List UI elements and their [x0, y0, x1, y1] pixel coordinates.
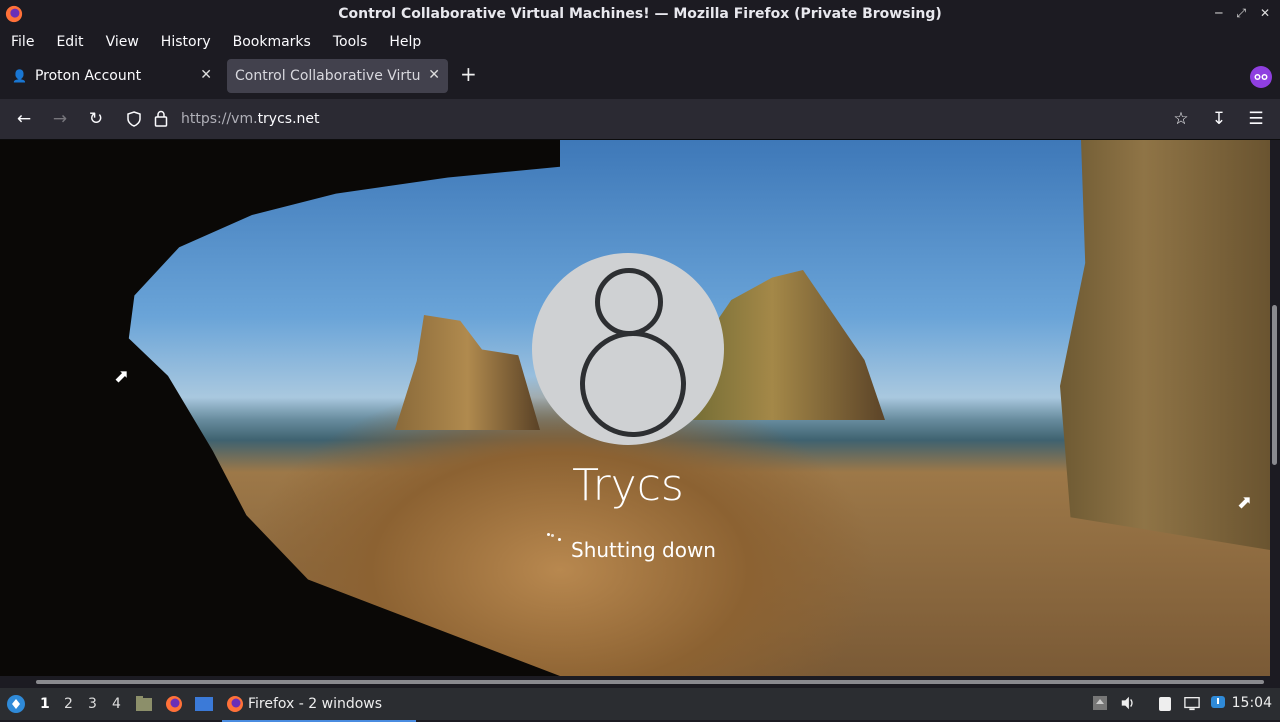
horizontal-scrollbar[interactable]	[0, 676, 1280, 688]
tab-label: Control Collaborative Virtual Machines!	[235, 68, 420, 84]
firefox-icon	[227, 696, 243, 712]
menu-view[interactable]: View	[95, 34, 150, 50]
close-icon[interactable]: ✕	[1260, 6, 1270, 21]
window-title: Control Collaborative Virtual Machines! …	[338, 6, 942, 22]
shutdown-status: Shutting down	[571, 538, 716, 562]
file-manager-icon[interactable]	[135, 695, 153, 713]
firefox-launcher-icon[interactable]	[165, 695, 183, 713]
vm-display[interactable]: Trycs Shutting down ⬈ ⬈	[0, 140, 1270, 676]
menu-hamburger-icon[interactable]: ☰	[1246, 109, 1266, 129]
back-arrow-icon[interactable]: ←	[14, 109, 34, 129]
workspace-3[interactable]: 3	[88, 696, 97, 712]
download-icon[interactable]: ↧	[1209, 109, 1229, 129]
desktop-icon[interactable]	[194, 695, 214, 713]
menu-history[interactable]: History	[150, 34, 222, 50]
window-controls: ─ ⤢ ✕	[1215, 6, 1270, 21]
taskbar-app-label: Firefox - 2 windows	[248, 696, 383, 712]
shield-icon[interactable]	[126, 111, 142, 127]
tray-update-icon[interactable]	[1092, 694, 1108, 712]
user-name: Trycs	[572, 460, 684, 511]
tab-control-vm[interactable]: Control Collaborative Virtual Machines! …	[227, 59, 448, 93]
user-avatar-icon	[532, 253, 724, 445]
tab-close-icon[interactable]: ✕	[200, 67, 212, 83]
new-tab-icon[interactable]: +	[460, 62, 477, 86]
taskbar-firefox-windows[interactable]: Firefox - 2 windows	[222, 688, 416, 722]
menu-bar: File Edit View History Bookmarks Tools H…	[0, 29, 1280, 54]
private-browsing-icon	[1250, 66, 1272, 88]
tab-label: Proton Account	[34, 68, 142, 84]
loading-spinner-icon	[546, 533, 562, 545]
tab-close-icon[interactable]: ✕	[428, 67, 440, 83]
bookmark-star-icon[interactable]: ☆	[1171, 109, 1191, 129]
mouse-cursor-icon: ⬈	[114, 366, 130, 387]
title-bar: Control Collaborative Virtual Machines! …	[0, 0, 1280, 29]
url-prefix: https://vm.	[181, 111, 258, 127]
network-icon[interactable]	[1184, 694, 1200, 712]
clipboard-icon[interactable]	[1157, 694, 1173, 712]
minimize-icon[interactable]: ─	[1215, 6, 1222, 21]
vertical-scrollbar[interactable]	[1270, 140, 1280, 676]
reload-icon[interactable]: ↻	[86, 109, 106, 129]
tab-bar: 👤 Proton Account ✕ Control Collaborative…	[0, 54, 1280, 99]
workspace-1[interactable]: 1	[40, 696, 50, 712]
start-menu-icon[interactable]	[6, 694, 26, 714]
workspace-4[interactable]: 4	[112, 696, 121, 712]
lock-icon[interactable]	[154, 110, 168, 127]
taskbar: 1 2 3 4 Firefox - 2 windows 15:04	[0, 688, 1280, 722]
forward-arrow-icon[interactable]: →	[50, 109, 70, 129]
navigation-bar: ← → ↻ https://vm. trycs.net ☆ ↧ ☰	[0, 99, 1280, 140]
url-bar[interactable]: https://vm. trycs.net	[118, 103, 1158, 135]
maximize-icon[interactable]: ⤢	[1236, 6, 1246, 21]
person-icon: 👤	[12, 69, 27, 83]
menu-bookmarks[interactable]: Bookmarks	[222, 34, 322, 50]
workspace-2[interactable]: 2	[64, 696, 73, 712]
menu-edit[interactable]: Edit	[45, 34, 94, 50]
menu-tools[interactable]: Tools	[322, 34, 379, 50]
notification-icon[interactable]	[1210, 694, 1226, 712]
volume-icon[interactable]	[1120, 694, 1136, 712]
tab-proton-account[interactable]: 👤 Proton Account ✕	[4, 59, 220, 93]
url-host: trycs.net	[257, 111, 320, 127]
background-rock	[395, 315, 540, 430]
mouse-cursor-icon: ⬈	[1237, 492, 1253, 513]
menu-file[interactable]: File	[0, 34, 45, 50]
menu-help[interactable]: Help	[378, 34, 432, 50]
clock: 15:04	[1231, 695, 1272, 711]
